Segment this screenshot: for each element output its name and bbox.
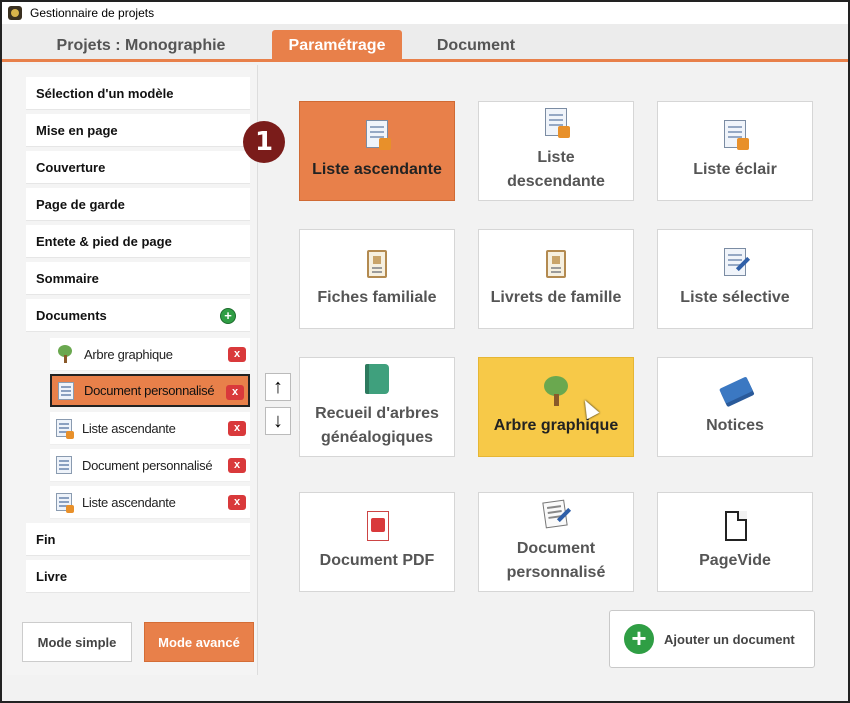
step-badge: 1 (243, 121, 285, 163)
mode-simple-button[interactable]: Mode simple (22, 622, 132, 662)
tab-projets[interactable]: Projets : Monographie (32, 30, 250, 62)
tab-parametrage[interactable]: Paramétrage (272, 30, 402, 62)
tile-label: Liste descendante (507, 149, 605, 190)
sidebar-item-sommaire[interactable]: Sommaire (26, 262, 250, 295)
custom-document-icon (542, 499, 572, 531)
document-icon (56, 456, 72, 474)
document-item-label: Document personnalisé (82, 457, 213, 473)
tile-label: Liste ascendante (312, 161, 442, 178)
sidebar-item-mise-en-page[interactable]: Mise en page (26, 114, 250, 147)
pdf-icon (363, 511, 391, 543)
family-booklet-icon (542, 248, 570, 280)
tree-icon (56, 345, 74, 363)
window-title: Gestionnaire de projets (30, 6, 155, 20)
books-icon (719, 376, 753, 408)
tile-label: Livrets de famille (490, 289, 622, 306)
sidebar-item-documents[interactable]: Documents + (26, 299, 250, 332)
delete-icon[interactable]: x (228, 458, 246, 473)
tile-document-pdf[interactable]: Document PDF (299, 492, 455, 592)
tile-label: Document personnalisé (506, 540, 606, 581)
document-icon (56, 493, 74, 513)
add-document-icon[interactable]: + (220, 308, 236, 324)
delete-icon[interactable]: x (228, 347, 246, 362)
tile-liste-descendante[interactable]: Liste descendante (478, 101, 634, 201)
tile-notices[interactable]: Notices (657, 357, 813, 457)
move-down-button[interactable]: ↓ (265, 407, 291, 435)
sidebar-item-fin[interactable]: Fin (26, 523, 250, 556)
sidebar-item-label: Couverture (36, 159, 106, 175)
tile-label: Notices (706, 417, 764, 434)
tree-icon (542, 376, 570, 408)
family-sheet-icon (363, 248, 391, 280)
sidebar-item-label: Livre (36, 568, 68, 584)
document-icon (58, 381, 74, 400)
tile-liste-eclair[interactable]: Liste éclair (657, 101, 813, 201)
document-item-arbre-graphique[interactable]: Arbre graphique x (50, 338, 250, 371)
tile-liste-ascendante[interactable]: Liste ascendante (299, 101, 455, 201)
selective-list-icon (721, 248, 751, 280)
document-item-personnalise[interactable]: Document personnalisé x (50, 449, 250, 482)
app-logo-icon (8, 6, 22, 20)
tile-livrets-de-famille[interactable]: Livrets de famille (478, 229, 634, 329)
document-item-label: Liste ascendante (82, 494, 176, 510)
document-item-label: Liste ascendante (82, 420, 176, 436)
plus-icon: + (624, 624, 654, 654)
mode-advanced-button[interactable]: Mode avancé (144, 622, 254, 662)
document-item-liste-ascendante[interactable]: Liste ascendante x (50, 412, 250, 445)
tile-label: PageVide (699, 552, 771, 569)
document-icon (56, 419, 74, 439)
sidebar-item-entete-pied[interactable]: Entete & pied de page (26, 225, 250, 258)
tile-arbre-graphique[interactable]: Arbre graphique (478, 357, 634, 457)
tile-label: Liste sélective (680, 289, 790, 306)
delete-icon[interactable]: x (226, 385, 244, 400)
move-up-button[interactable]: ↑ (265, 373, 291, 401)
document-item-label: Arbre graphique (84, 346, 173, 362)
tile-label: Arbre graphique (493, 417, 619, 434)
tile-page-vide[interactable]: PageVide (657, 492, 813, 592)
tile-label: Recueil d'arbres généalogiques (315, 405, 439, 446)
tile-label: Fiches familiale (317, 289, 437, 306)
sidebar-item-couverture[interactable]: Couverture (26, 151, 250, 184)
add-document-label: Ajouter un document (664, 631, 795, 647)
sidebar-item-label: Sommaire (36, 270, 99, 286)
tile-document-personnalise[interactable]: Document personnalisé (478, 492, 634, 592)
sidebar-item-page-de-garde[interactable]: Page de garde (26, 188, 250, 221)
sidebar-item-label: Page de garde (36, 196, 125, 212)
tile-label: Liste éclair (693, 161, 777, 178)
sidebar-item-livre[interactable]: Livre (26, 560, 250, 593)
blank-page-icon (721, 511, 749, 543)
sidebar-item-label: Documents (36, 307, 107, 323)
ascendant-list-icon (363, 120, 391, 152)
tab-document[interactable]: Document (420, 30, 532, 62)
delete-icon[interactable]: x (228, 495, 246, 510)
flash-list-icon (721, 120, 749, 152)
title-bar: Gestionnaire de projets (2, 2, 848, 24)
app-window: Gestionnaire de projets Projets : Monogr… (0, 0, 850, 703)
document-item-personnalise-selected[interactable]: Document personnalisé x (50, 374, 250, 407)
delete-icon[interactable]: x (228, 421, 246, 436)
sidebar-item-selection-modele[interactable]: Sélection d'un modèle (26, 77, 250, 110)
sidebar-item-label: Sélection d'un modèle (36, 85, 174, 101)
sidebar: Sélection d'un modèle Mise en page Couve… (6, 65, 258, 675)
tab-bar: Projets : Monographie Paramétrage Docume… (2, 24, 848, 62)
book-icon (363, 364, 391, 396)
add-document-button[interactable]: + Ajouter un document (609, 610, 815, 668)
sidebar-item-label: Mise en page (36, 122, 118, 138)
document-item-liste-ascendante-2[interactable]: Liste ascendante x (50, 486, 250, 519)
tile-label: Document PDF (319, 552, 435, 569)
descendant-list-icon (542, 108, 570, 140)
tile-liste-selective[interactable]: Liste sélective (657, 229, 813, 329)
tile-fiches-familiale[interactable]: Fiches familiale (299, 229, 455, 329)
tile-recueil-arbres[interactable]: Recueil d'arbres généalogiques (299, 357, 455, 457)
document-item-label: Document personnalisé (84, 383, 215, 398)
sidebar-item-label: Fin (36, 531, 56, 547)
sidebar-item-label: Entete & pied de page (36, 233, 172, 249)
